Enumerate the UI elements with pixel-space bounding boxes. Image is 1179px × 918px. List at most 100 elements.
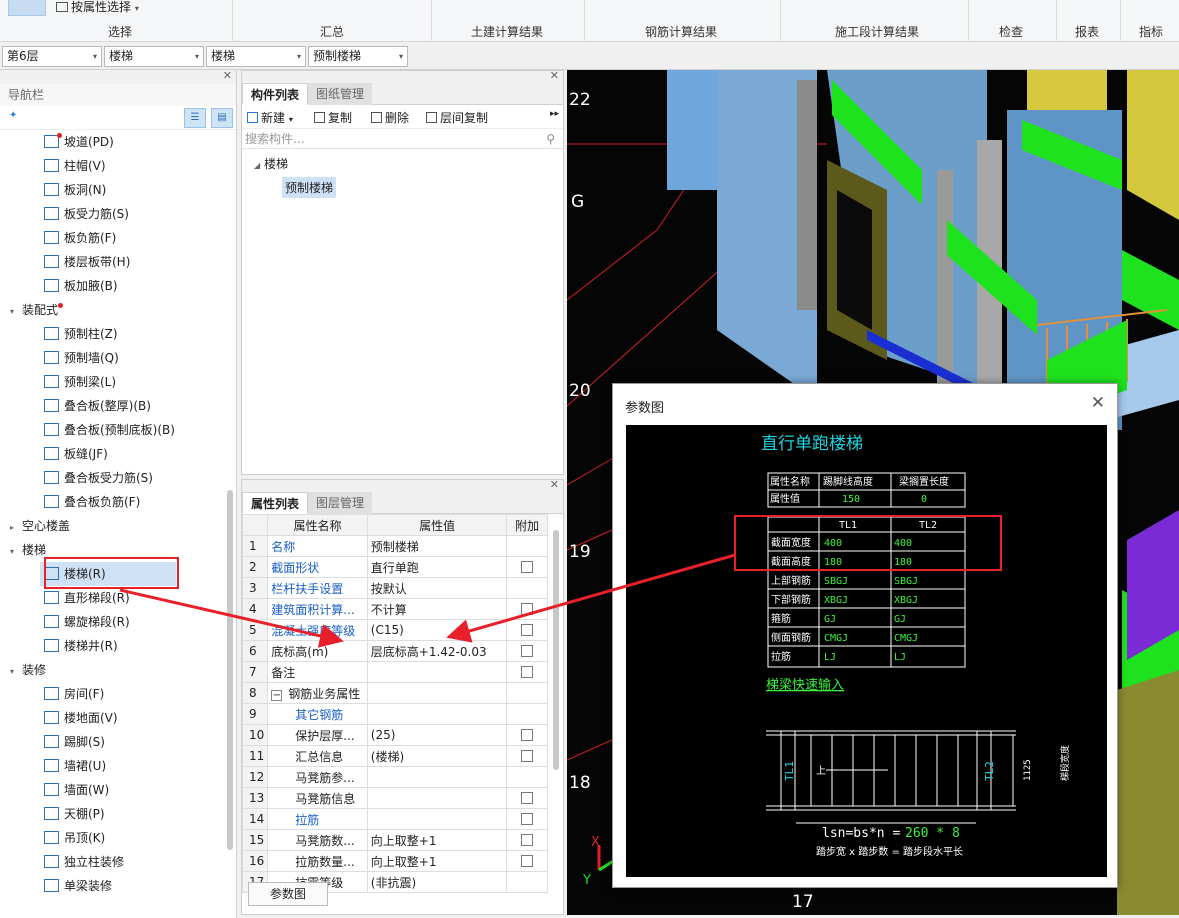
t1-cell[interactable]: 150 (842, 494, 860, 505)
nav-item-slab-0[interactable]: 坡道(PD) (44, 130, 114, 154)
extra-checkbox[interactable] (521, 561, 534, 573)
quick-input-link[interactable]: 梯梁快速输入 (766, 677, 844, 693)
nav-item-prefab-4[interactable]: 叠合板(预制底板)(B) (44, 418, 175, 442)
extra-checkbox[interactable] (521, 813, 534, 825)
nav-category-deco[interactable]: ▾ 装修 (10, 658, 46, 682)
t2-cell[interactable]: 400 (894, 538, 912, 549)
property-value[interactable]: (非抗震) (366, 871, 508, 893)
t2-cell[interactable]: CMGJ (824, 633, 848, 644)
property-row[interactable]: 14 拉筋 (242, 808, 548, 830)
extra-checkbox[interactable] (521, 834, 534, 846)
tab-component-list[interactable]: 构件列表 (242, 83, 309, 105)
properties-scrollbar[interactable] (553, 530, 559, 770)
property-row[interactable]: 2 截面形状 直行单跑 (242, 556, 548, 578)
close-icon[interactable]: ✕ (223, 70, 232, 82)
nav-item-stair-2[interactable]: 螺旋梯段(R) (44, 610, 130, 634)
property-row[interactable]: 3 栏杆扶手设置 按默认 (242, 577, 548, 599)
nav-item-slab-6[interactable]: 板加腋(B) (44, 274, 118, 298)
property-row[interactable]: 16 拉筋数量... 向上取整+1 (242, 850, 548, 872)
nav-item-stair-1[interactable]: 直形梯段(R) (44, 586, 130, 610)
nav-scrollbar[interactable] (227, 490, 233, 850)
list-view-icon[interactable]: ☰ (184, 108, 206, 128)
sparkle-icon[interactable]: ✦ (9, 110, 17, 121)
t1-cell[interactable]: 属性值 (770, 492, 800, 505)
floor-copy-button[interactable]: 层间复制 (426, 109, 488, 126)
floor-select[interactable]: 第6层 ▾ (2, 46, 102, 67)
nav-item-prefab-0[interactable]: 预制柱(Z) (44, 322, 118, 346)
select-by-property-button[interactable]: 按属性选择 ▾ (56, 0, 139, 16)
nav-item-prefab-6[interactable]: 叠合板受力筋(S) (44, 466, 153, 490)
nav-category-prefab[interactable]: ▾ 装配式 (10, 298, 64, 322)
t2-cell[interactable]: 180 (894, 557, 912, 568)
extra-checkbox[interactable] (521, 603, 534, 615)
search-icon[interactable]: ⚲ (546, 129, 555, 149)
nav-item-slab-1[interactable]: 柱帽(V) (44, 154, 106, 178)
property-value[interactable]: 按默认 (366, 577, 508, 599)
collapse-icon[interactable]: − (271, 689, 283, 701)
property-row[interactable]: 12 马凳筋参... (242, 766, 548, 788)
chevron-down-icon[interactable]: ▾ (10, 540, 22, 564)
t2-cell[interactable]: GJ (824, 614, 836, 625)
nav-item-prefab-3[interactable]: 叠合板(整厚)(B) (44, 394, 151, 418)
nav-item-slab-4[interactable]: 板负筋(F) (44, 226, 116, 250)
close-icon[interactable]: ✕ (1091, 393, 1105, 413)
tab-drawing-manager[interactable]: 图纸管理 (308, 83, 373, 105)
nav-item-deco-4[interactable]: 墙面(W) (44, 778, 109, 802)
property-row[interactable]: 1 名称 预制楼梯 (242, 535, 548, 557)
nav-item-stair-3[interactable]: 楼梯井(R) (44, 634, 118, 658)
tree-node-prefab-stair[interactable]: 预制楼梯 (282, 177, 337, 198)
property-value[interactable] (366, 766, 508, 788)
t2-cell[interactable]: 400 (824, 538, 842, 549)
property-value[interactable]: 层底标高+1.42-0.03 (366, 640, 508, 662)
t1-cell[interactable]: 0 (921, 494, 927, 505)
tab-layer-manager[interactable]: 图层管理 (308, 492, 373, 514)
property-value[interactable]: 直行单跑 (366, 556, 508, 578)
property-row[interactable]: 10 保护层厚... (25) (242, 724, 548, 746)
nav-category-stair[interactable]: ▾ 楼梯 (10, 538, 46, 562)
nav-item-deco-5[interactable]: 天棚(P) (44, 802, 105, 826)
extra-checkbox[interactable] (521, 624, 534, 636)
t2-cell[interactable]: XBGJ (894, 595, 918, 606)
t2-cell[interactable]: CMGJ (894, 633, 918, 644)
category-select[interactable]: 楼梯 ▾ (104, 46, 204, 67)
nav-item-prefab-7[interactable]: 叠合板负筋(F) (44, 490, 140, 514)
property-row[interactable]: 4 建筑面积计算... 不计算 (242, 598, 548, 620)
select-button[interactable] (8, 0, 46, 16)
nav-item-deco-2[interactable]: 踢脚(S) (44, 730, 105, 754)
nav-item-prefab-2[interactable]: 预制梁(L) (44, 370, 116, 394)
more-icon[interactable]: ▸▸ (550, 109, 559, 119)
nav-item-slab-5[interactable]: 楼层板带(H) (44, 250, 130, 274)
property-row[interactable]: 8− 钢筋业务属性 (242, 682, 548, 704)
nav-item-slab-2[interactable]: 板洞(N) (44, 178, 106, 202)
extra-checkbox[interactable] (521, 729, 534, 741)
tab-property-list[interactable]: 属性列表 (242, 492, 309, 514)
component-select[interactable]: 预制楼梯 ▾ (308, 46, 408, 67)
property-value[interactable]: 不计算 (366, 598, 508, 620)
delete-button[interactable]: 删除 (371, 109, 409, 126)
close-icon[interactable]: ✕ (550, 69, 559, 82)
nav-item-prefab-1[interactable]: 预制墙(Q) (44, 346, 119, 370)
extra-checkbox[interactable] (521, 792, 534, 804)
component-search-input[interactable]: 搜索构件... ⚲ (242, 129, 563, 149)
property-value[interactable]: (25) (366, 724, 508, 746)
nav-item-slab-3[interactable]: 板受力筋(S) (44, 202, 129, 226)
property-value[interactable] (366, 787, 508, 809)
property-row[interactable]: 13 马凳筋信息 (242, 787, 548, 809)
nav-item-deco-3[interactable]: 墙裙(U) (44, 754, 106, 778)
property-value[interactable]: 向上取整+1 (366, 829, 508, 851)
nav-item-deco-6[interactable]: 吊顶(K) (44, 826, 105, 850)
param-diagram-button[interactable]: 参数图 (248, 882, 328, 906)
nav-item-deco-0[interactable]: 房间(F) (44, 682, 104, 706)
detail-view-icon[interactable]: ▤ (211, 108, 233, 128)
close-icon[interactable]: ✕ (550, 480, 559, 491)
type-select[interactable]: 楼梯 ▾ (206, 46, 306, 67)
new-button[interactable]: 新建 ▾ (247, 109, 293, 126)
property-value[interactable] (366, 661, 508, 683)
extra-checkbox[interactable] (521, 666, 534, 678)
nav-item-deco-1[interactable]: 楼地面(V) (44, 706, 118, 730)
t2-cell[interactable]: LJ (824, 652, 836, 663)
property-value[interactable]: (楼梯) (366, 745, 508, 767)
t2-cell[interactable]: XBGJ (824, 595, 848, 606)
t2-cell[interactable]: GJ (894, 614, 906, 625)
property-value[interactable] (366, 703, 508, 725)
